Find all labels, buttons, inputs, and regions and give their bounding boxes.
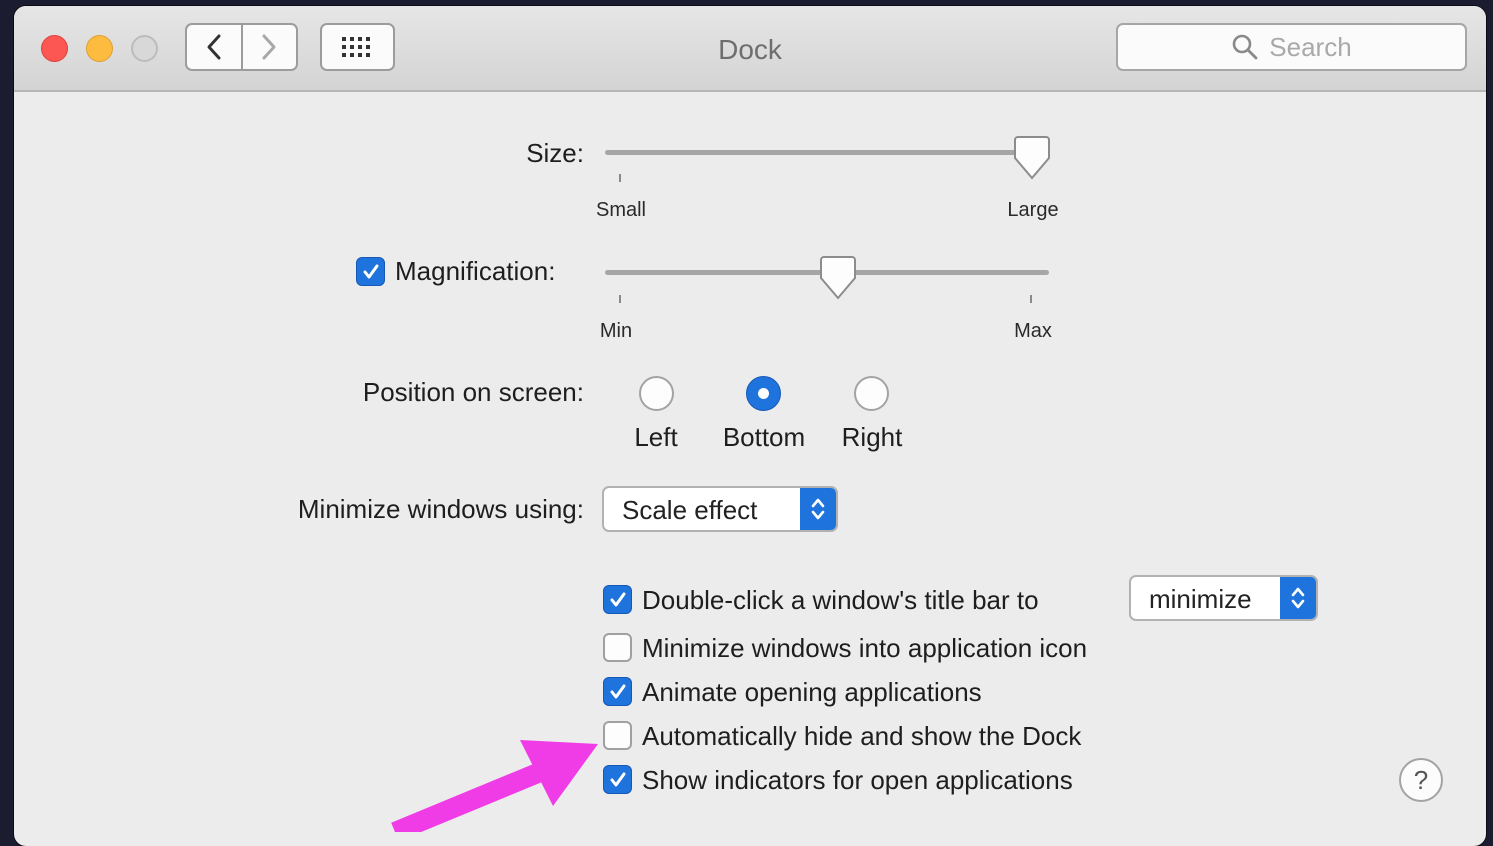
annotation-arrow-icon xyxy=(391,740,598,832)
